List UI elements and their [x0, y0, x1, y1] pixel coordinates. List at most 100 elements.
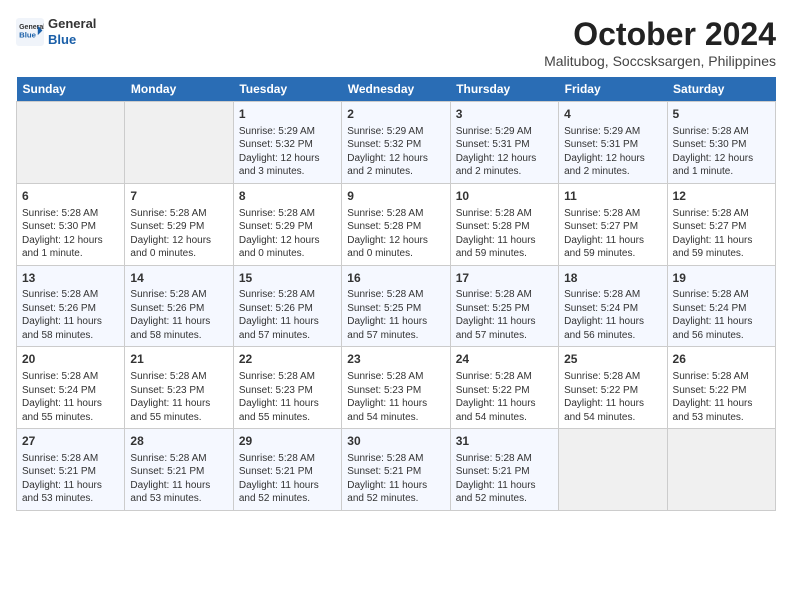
day-number: 14 [130, 270, 227, 287]
calendar-week-5: 27Sunrise: 5:28 AMSunset: 5:21 PMDayligh… [17, 429, 776, 511]
day-info: Sunset: 5:26 PM [22, 302, 119, 316]
calendar-cell: 16Sunrise: 5:28 AMSunset: 5:25 PMDayligh… [342, 265, 450, 347]
day-number: 18 [564, 270, 661, 287]
calendar-cell: 18Sunrise: 5:28 AMSunset: 5:24 PMDayligh… [559, 265, 667, 347]
day-info: Sunrise: 5:29 AM [347, 125, 444, 139]
day-info: Daylight: 11 hours and 59 minutes. [673, 234, 770, 261]
day-info: Sunrise: 5:29 AM [239, 125, 336, 139]
month-title: October 2024 [544, 16, 776, 53]
day-info: Sunrise: 5:28 AM [239, 207, 336, 221]
day-info: Sunset: 5:30 PM [22, 220, 119, 234]
day-info: Daylight: 11 hours and 58 minutes. [22, 315, 119, 342]
calendar-cell: 10Sunrise: 5:28 AMSunset: 5:28 PMDayligh… [450, 183, 558, 265]
day-info: Sunset: 5:24 PM [564, 302, 661, 316]
calendar-cell: 9Sunrise: 5:28 AMSunset: 5:28 PMDaylight… [342, 183, 450, 265]
day-number: 16 [347, 270, 444, 287]
calendar-cell: 5Sunrise: 5:28 AMSunset: 5:30 PMDaylight… [667, 102, 775, 184]
day-info: Sunrise: 5:28 AM [239, 288, 336, 302]
day-number: 1 [239, 106, 336, 123]
day-info: Sunrise: 5:28 AM [347, 288, 444, 302]
svg-text:Blue: Blue [19, 30, 37, 39]
day-info: Daylight: 11 hours and 56 minutes. [673, 315, 770, 342]
day-info: Sunset: 5:22 PM [456, 384, 553, 398]
calendar-cell: 14Sunrise: 5:28 AMSunset: 5:26 PMDayligh… [125, 265, 233, 347]
day-info: Sunset: 5:25 PM [456, 302, 553, 316]
calendar-cell: 15Sunrise: 5:28 AMSunset: 5:26 PMDayligh… [233, 265, 341, 347]
day-info: Sunset: 5:31 PM [564, 138, 661, 152]
day-info: Sunrise: 5:28 AM [673, 125, 770, 139]
day-info: Sunrise: 5:28 AM [456, 207, 553, 221]
day-info: Sunset: 5:22 PM [564, 384, 661, 398]
calendar-cell: 19Sunrise: 5:28 AMSunset: 5:24 PMDayligh… [667, 265, 775, 347]
calendar-week-1: 1Sunrise: 5:29 AMSunset: 5:32 PMDaylight… [17, 102, 776, 184]
day-info: Sunset: 5:30 PM [673, 138, 770, 152]
day-info: Sunset: 5:23 PM [347, 384, 444, 398]
day-info: Daylight: 11 hours and 52 minutes. [347, 479, 444, 506]
calendar-cell: 12Sunrise: 5:28 AMSunset: 5:27 PMDayligh… [667, 183, 775, 265]
day-info: Daylight: 11 hours and 55 minutes. [22, 397, 119, 424]
calendar-cell: 30 Sunrise: 5:28 AMSunset: 5:21 PMDayligh… [342, 429, 450, 511]
calendar-cell: 24Sunrise: 5:28 AMSunset: 5:22 PMDayligh… [450, 347, 558, 429]
calendar-cell [559, 429, 667, 511]
calendar-table: SundayMondayTuesdayWednesdayThursdayFrid… [16, 77, 776, 511]
day-info: Sunset: 5:28 PM [347, 220, 444, 234]
day-info: Daylight: 11 hours and 57 minutes. [456, 315, 553, 342]
logo-text: GeneralBlue [48, 16, 96, 47]
day-info: Sunrise: 5:28 AM [22, 370, 119, 384]
day-info: Sunset: 5:31 PM [456, 138, 553, 152]
day-info: Daylight: 11 hours and 59 minutes. [456, 234, 553, 261]
calendar-cell: 26Sunrise: 5:28 AMSunset: 5:22 PMDayligh… [667, 347, 775, 429]
day-info: Sunrise: 5:28 AM [130, 288, 227, 302]
calendar-cell: 27Sunrise: 5:28 AMSunset: 5:21 PMDayligh… [17, 429, 125, 511]
day-info: Daylight: 12 hours and 0 minutes. [347, 234, 444, 261]
day-info: Sunrise: 5:28 AM [22, 207, 119, 221]
day-info: Sunset: 5:21 PM [22, 465, 119, 479]
day-info: Sunrise: 5:28 AM [347, 207, 444, 221]
calendar-cell: 21Sunrise: 5:28 AMSunset: 5:23 PMDayligh… [125, 347, 233, 429]
day-info: Daylight: 12 hours and 1 minute. [673, 152, 770, 179]
day-info: Sunset: 5:26 PM [130, 302, 227, 316]
weekday-header-wednesday: Wednesday [342, 77, 450, 102]
day-info: Daylight: 12 hours and 0 minutes. [239, 234, 336, 261]
weekday-header-tuesday: Tuesday [233, 77, 341, 102]
calendar-week-4: 20Sunrise: 5:28 AMSunset: 5:24 PMDayligh… [17, 347, 776, 429]
day-info: Sunset: 5:24 PM [22, 384, 119, 398]
calendar-cell: 13Sunrise: 5:28 AMSunset: 5:26 PMDayligh… [17, 265, 125, 347]
day-number: 7 [130, 188, 227, 205]
title-block: October 2024 Malitubog, Soccsksargen, Ph… [544, 16, 776, 69]
calendar-cell: 7Sunrise: 5:28 AMSunset: 5:29 PMDaylight… [125, 183, 233, 265]
day-info: Daylight: 11 hours and 52 minutes. [239, 479, 336, 506]
day-number: 17 [456, 270, 553, 287]
day-info: Sunset: 5:25 PM [347, 302, 444, 316]
day-info: Daylight: 11 hours and 59 minutes. [564, 234, 661, 261]
day-info: Daylight: 11 hours and 52 minutes. [456, 479, 553, 506]
day-info: Daylight: 11 hours and 56 minutes. [564, 315, 661, 342]
day-number: 30 [347, 433, 444, 450]
weekday-header-monday: Monday [125, 77, 233, 102]
calendar-cell [125, 102, 233, 184]
day-info: Daylight: 11 hours and 54 minutes. [347, 397, 444, 424]
calendar-cell: 6Sunrise: 5:28 AMSunset: 5:30 PMDaylight… [17, 183, 125, 265]
calendar-cell: 22Sunrise: 5:28 AMSunset: 5:23 PMDayligh… [233, 347, 341, 429]
day-info: Sunset: 5:21 PM [239, 465, 336, 479]
day-info: Daylight: 12 hours and 2 minutes. [564, 152, 661, 179]
day-info: Daylight: 11 hours and 53 minutes. [130, 479, 227, 506]
logo-icon: General Blue [16, 18, 44, 46]
calendar-cell: 17Sunrise: 5:28 AMSunset: 5:25 PMDayligh… [450, 265, 558, 347]
day-info: Sunrise: 5:29 AM [564, 125, 661, 139]
weekday-header-saturday: Saturday [667, 77, 775, 102]
day-info: Sunrise: 5:28 AM [130, 370, 227, 384]
calendar-cell: 11Sunrise: 5:28 AMSunset: 5:27 PMDayligh… [559, 183, 667, 265]
day-info: Sunset: 5:21 PM [347, 465, 444, 479]
day-info: Daylight: 11 hours and 57 minutes. [347, 315, 444, 342]
day-number: 29 [239, 433, 336, 450]
day-info: Sunrise: 5:28 AM [564, 288, 661, 302]
day-info: Sunset: 5:21 PM [130, 465, 227, 479]
day-info: Daylight: 12 hours and 2 minutes. [347, 152, 444, 179]
day-info: Sunrise: 5:28 AM [130, 452, 227, 466]
day-info: Sunrise: 5:28 AM [347, 452, 444, 466]
day-info: Sunset: 5:29 PM [239, 220, 336, 234]
day-info: Daylight: 12 hours and 2 minutes. [456, 152, 553, 179]
calendar-cell: 29Sunrise: 5:28 AMSunset: 5:21 PMDayligh… [233, 429, 341, 511]
day-info: Sunset: 5:32 PM [347, 138, 444, 152]
